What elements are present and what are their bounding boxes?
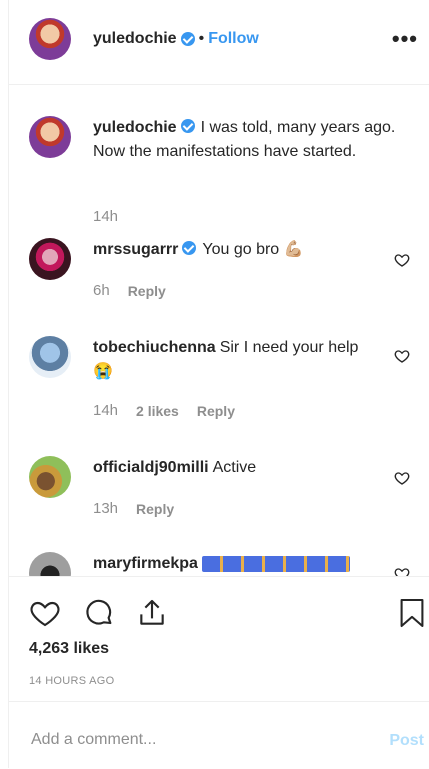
comment-username[interactable]: officialdj90milli [93, 459, 209, 476]
post-button[interactable]: Post [389, 732, 424, 750]
comment-text: You go bro 💪🏼 [202, 241, 304, 258]
comment-time[interactable]: 6h [93, 282, 110, 299]
verified-badge-icon [182, 241, 197, 255]
comment-time[interactable]: 14h [93, 402, 118, 419]
post-actions: 4,263 likes 14 HOURS AGO [9, 576, 429, 701]
avatar[interactable] [29, 18, 71, 60]
save-bookmark-icon[interactable] [399, 597, 425, 629]
likes-count[interactable]: 4,263 likes [29, 640, 109, 658]
post-panel: yuledochie • Follow ••• yuledochie I was … [8, 0, 429, 768]
post-header: yuledochie • Follow ••• [9, 0, 429, 85]
comment-likes[interactable]: 2 likes [136, 403, 179, 419]
verified-badge-icon [180, 119, 195, 133]
avatar[interactable] [29, 552, 71, 576]
comment-icon[interactable] [83, 597, 115, 629]
avatar[interactable] [29, 336, 71, 378]
comment-username[interactable]: tobechiuchenna [93, 339, 216, 356]
avatar[interactable] [29, 116, 71, 158]
comment-username[interactable]: mrssugarrr [93, 241, 178, 258]
caption-time[interactable]: 14h [93, 208, 118, 225]
like-comment-heart-icon[interactable] [394, 252, 410, 268]
reply-button[interactable]: Reply [136, 501, 174, 517]
author-username[interactable]: yuledochie [93, 30, 177, 48]
share-icon[interactable] [136, 597, 168, 629]
reply-button[interactable]: Reply [197, 403, 235, 419]
like-comment-heart-icon[interactable] [394, 470, 410, 486]
verified-badge-icon [180, 32, 195, 46]
comment-input[interactable] [29, 730, 373, 750]
reply-button[interactable]: Reply [128, 283, 166, 299]
comment-time[interactable]: 13h [93, 500, 118, 517]
heart-icon[interactable] [29, 597, 61, 629]
comment-username[interactable]: maryfirmekpa [93, 555, 198, 572]
like-comment-heart-icon[interactable] [394, 566, 410, 576]
more-options-icon[interactable]: ••• [392, 26, 418, 52]
caption-text-line2: Now the manifestations have started. [93, 143, 357, 160]
follow-button[interactable]: Follow [208, 30, 259, 48]
avatar[interactable] [29, 456, 71, 498]
caption-username[interactable]: yuledochie [93, 119, 177, 136]
comment-text: Active [212, 459, 257, 476]
comments-list[interactable]: yuledochie I was told, many years ago. No… [9, 85, 429, 576]
caption-text: I was told, many years ago. [200, 119, 396, 136]
avatar[interactable] [29, 238, 71, 280]
post-time: 14 HOURS AGO [29, 675, 115, 687]
separator-dot: • [198, 30, 205, 47]
raised-hands-emoji-icon [201, 555, 350, 572]
add-comment-bar: Post [9, 701, 429, 769]
like-comment-heart-icon[interactable] [394, 348, 410, 364]
